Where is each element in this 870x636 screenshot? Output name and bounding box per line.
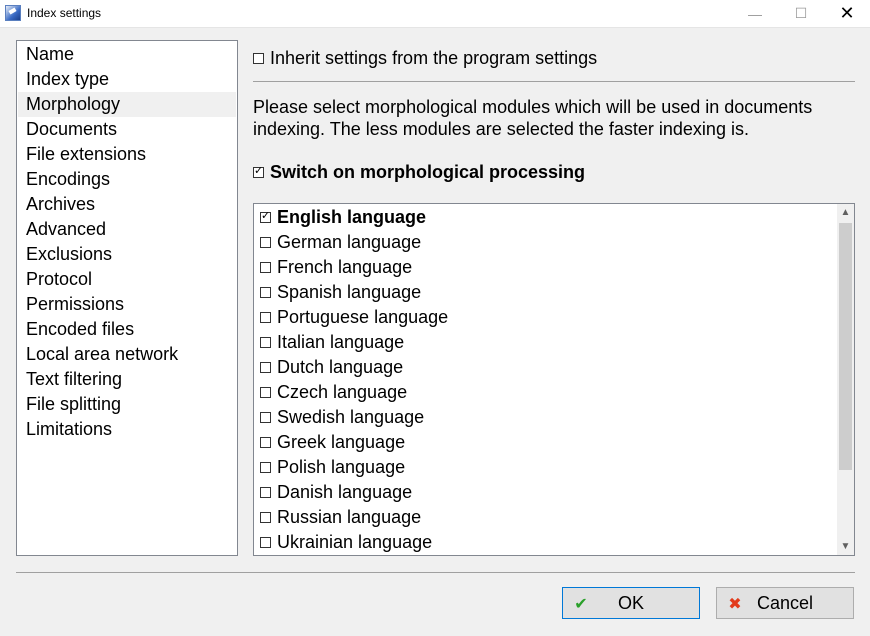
language-checkbox[interactable] (260, 237, 271, 248)
switch-checkbox-box[interactable] (253, 164, 264, 178)
maximize-icon: ☐ (794, 5, 808, 21)
language-label: German language (277, 232, 422, 252)
language-checkbox[interactable] (260, 312, 271, 323)
language-item[interactable]: Portuguese language (260, 305, 448, 330)
language-label: Russian language (277, 507, 422, 527)
language-item[interactable]: Danish language (260, 480, 412, 505)
divider (253, 81, 855, 82)
nav-item-exclusions[interactable]: Exclusions (18, 242, 236, 267)
nav-item-advanced[interactable]: Advanced (18, 217, 236, 242)
nav-item-text-filtering[interactable]: Text filtering (18, 367, 236, 392)
ok-button[interactable]: ✔ OK (562, 587, 700, 619)
nav-item-file-extensions[interactable]: File extensions (18, 142, 236, 167)
description-text: Please select morphological modules whic… (253, 97, 813, 139)
language-item[interactable]: English language (260, 205, 426, 230)
morphology-switch-checkbox[interactable]: Switch on morphological processing (253, 160, 585, 184)
language-item[interactable]: German language (260, 230, 421, 255)
title-bar: Index settings — ☐ ✕ (0, 0, 870, 28)
app-icon (5, 5, 21, 21)
bottom-divider (16, 572, 855, 573)
language-label: Spanish language (277, 282, 422, 302)
language-label: Czech language (277, 382, 408, 402)
nav-item-limitations[interactable]: Limitations (18, 417, 236, 442)
language-list[interactable]: ▲ ▼ English language German language Frenc… (253, 203, 855, 556)
ok-button-label: OK (617, 592, 644, 613)
nav-item-index-type[interactable]: Index type (18, 67, 236, 92)
close-button[interactable]: ✕ (824, 0, 870, 27)
language-item[interactable]: Polish language (260, 455, 405, 480)
language-label: English language (277, 207, 427, 227)
language-item[interactable]: Czech language (260, 380, 407, 405)
language-checkbox[interactable] (260, 462, 271, 473)
language-label: Swedish language (277, 407, 425, 427)
check-icon: ✔ (574, 593, 588, 613)
language-item[interactable]: Greek language (260, 430, 405, 455)
scroll-down-icon[interactable]: ▼ (837, 538, 854, 555)
language-checkbox[interactable] (260, 337, 271, 348)
nav-item-encodings[interactable]: Encodings (18, 167, 236, 192)
language-label: Ukrainian language (277, 532, 433, 552)
language-checkbox[interactable] (260, 512, 271, 523)
language-checkbox[interactable] (260, 362, 271, 373)
language-item[interactable]: Swedish language (260, 405, 424, 430)
language-label: Dutch language (277, 357, 404, 377)
maximize-button[interactable]: ☐ (778, 0, 824, 27)
cross-icon: ✖ (728, 593, 742, 613)
close-icon: ✕ (839, 3, 855, 23)
language-item[interactable]: Ukrainian language (260, 530, 432, 555)
nav-item-morphology[interactable]: Morphology (18, 92, 236, 117)
language-checkbox[interactable] (260, 209, 271, 223)
nav-item-file-splitting[interactable]: File splitting (18, 392, 236, 417)
nav-item-local-area-network[interactable]: Local area network (18, 342, 236, 367)
nav-item-protocol[interactable]: Protocol (18, 267, 236, 292)
language-checkbox[interactable] (260, 487, 271, 498)
settings-nav-list[interactable]: Name Index type Morphology Documents File ex… (16, 40, 238, 556)
vertical-scrollbar[interactable]: ▲ ▼ (837, 204, 854, 555)
language-item[interactable]: Spanish language (260, 280, 421, 305)
scroll-up-icon[interactable]: ▲ (837, 204, 854, 221)
nav-item-permissions[interactable]: Permissions (18, 292, 236, 317)
language-checkbox[interactable] (260, 387, 271, 398)
nav-item-name[interactable]: Name (18, 42, 236, 67)
minimize-button[interactable]: — (732, 0, 778, 27)
language-checkbox[interactable] (260, 537, 271, 548)
language-checkbox[interactable] (260, 262, 271, 273)
window-title: Index settings (27, 6, 102, 20)
language-item[interactable]: Dutch language (260, 355, 403, 380)
inherit-settings-checkbox[interactable]: Inherit settings from the program settin… (253, 46, 597, 70)
language-label: Italian language (277, 332, 405, 352)
language-label: Portuguese language (277, 307, 449, 327)
language-label: Greek language (277, 432, 406, 452)
scrollbar-thumb[interactable] (839, 223, 852, 470)
language-label: Polish language (277, 457, 406, 477)
minimize-icon: — (748, 5, 762, 22)
language-checkbox[interactable] (260, 437, 271, 448)
language-item[interactable]: Italian language (260, 330, 404, 355)
cancel-button[interactable]: ✖ Cancel (716, 587, 854, 619)
language-label: Danish language (277, 482, 413, 502)
inherit-settings-label: Inherit settings from the program settin… (270, 47, 598, 68)
language-item[interactable]: French language (260, 255, 412, 280)
inherit-checkbox-box[interactable] (253, 52, 264, 64)
switch-label: Switch on morphological processing (270, 161, 586, 182)
language-item[interactable]: Russian language (260, 505, 421, 530)
nav-item-encoded-files[interactable]: Encoded files (18, 317, 236, 342)
nav-item-archives[interactable]: Archives (18, 192, 236, 217)
language-checkbox[interactable] (260, 287, 271, 298)
cancel-button-label: Cancel (756, 592, 814, 613)
nav-item-documents[interactable]: Documents (18, 117, 236, 142)
language-label: French language (277, 257, 413, 277)
language-checkbox[interactable] (260, 412, 271, 423)
